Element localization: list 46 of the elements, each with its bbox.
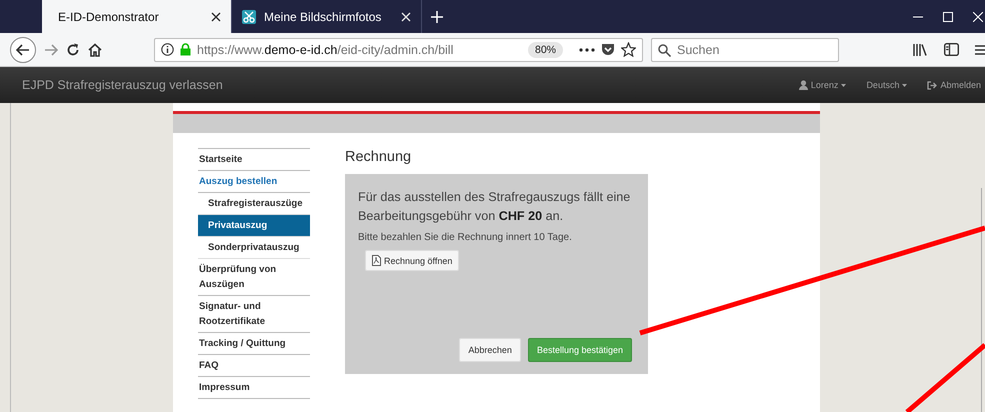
menu-icon[interactable] [975, 44, 985, 56]
pocket-icon[interactable] [601, 43, 615, 56]
zoom-level[interactable]: 80% [528, 42, 563, 58]
maximize-icon[interactable] [943, 12, 953, 22]
library-icon[interactable] [913, 42, 928, 56]
home-icon[interactable] [88, 42, 102, 56]
user-menu[interactable]: Lorenz [798, 80, 846, 90]
fee-text: Für das ausstellen des Strafregauszugs fällt eine Bearbeitungsgebühr von CHF 20 an. [358, 189, 632, 225]
back-button[interactable] [10, 36, 36, 62]
forward-arrow-icon[interactable] [44, 44, 58, 56]
lock-icon[interactable] [180, 43, 191, 56]
cancel-button[interactable]: Abbrechen [459, 338, 521, 362]
page-heading: Rechnung [345, 149, 412, 165]
url-text: https://www.demo-e-id.ch/eid-city/admin.ch/bill [197, 42, 454, 56]
reload-icon[interactable] [66, 42, 80, 56]
sidebar-item[interactable]: Signatur- und Rootzertifikate [198, 296, 310, 333]
search-icon [658, 44, 671, 56]
sidebar-item[interactable]: FAQ [198, 355, 310, 377]
sidebar-item[interactable]: Sonderprivatauszug [198, 237, 310, 259]
logout-icon [927, 80, 938, 90]
address-bar[interactable]: https://www.demo-e-id.ch/eid-city/admin.ch/bill 80% [154, 38, 643, 62]
star-icon[interactable] [621, 42, 636, 57]
language-menu[interactable]: Deutsch [866, 80, 908, 90]
brand-link[interactable]: EJPD Strafregisterauszug verlassen [22, 78, 223, 92]
tab[interactable]: E-ID-Demonstrator [42, 0, 232, 33]
pdf-icon [372, 255, 381, 266]
open-invoice-button[interactable]: Rechnung öffnen [365, 250, 460, 271]
close-icon[interactable] [211, 12, 221, 22]
search-field[interactable]: Suchen [651, 38, 839, 62]
payment-note: Bitte bezahlen Sie die Rechnung innert 10 Tage. [358, 232, 573, 243]
sidebar-icon[interactable] [944, 43, 959, 56]
plus-icon[interactable] [430, 10, 444, 24]
sidebar-item[interactable]: Auszug bestellen [198, 171, 310, 193]
sidebar-item[interactable]: Startseite [198, 149, 310, 171]
logout-link[interactable]: Abmelden [927, 80, 981, 90]
sidebar-item[interactable]: Tracking / Quittung [198, 333, 310, 355]
more-icon[interactable] [579, 48, 595, 52]
sidebar-item[interactable]: Privatauszug [198, 215, 310, 237]
caret-icon [841, 84, 846, 86]
back-arrow-icon [16, 44, 30, 56]
caret-icon [902, 84, 908, 86]
sidebar-item[interactable]: Impressum [198, 377, 310, 399]
user-icon [798, 80, 808, 90]
scissors-icon [242, 10, 256, 24]
sidebar-item[interactable]: Überprüfung von Auszügen [198, 259, 310, 296]
info-icon[interactable] [161, 43, 174, 56]
